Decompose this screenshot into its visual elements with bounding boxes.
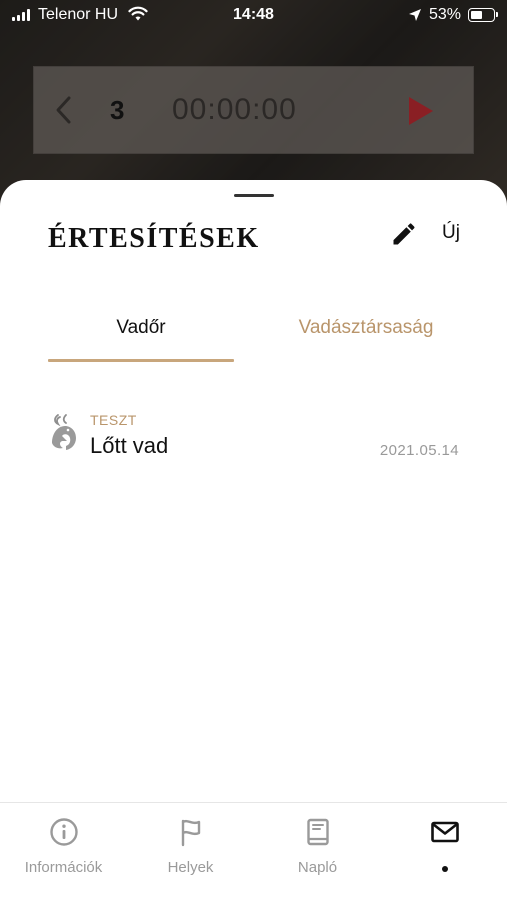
timer-card: 3 00:00:00 xyxy=(33,66,474,154)
nav-label: Helyek xyxy=(167,859,214,876)
nav-item-naplo[interactable]: Napló xyxy=(254,803,381,900)
timer-count: 3 xyxy=(110,95,125,125)
tab-bar: Vadőr Vadásztársaság xyxy=(48,310,459,364)
pencil-icon[interactable] xyxy=(390,220,418,248)
play-icon[interactable] xyxy=(407,95,435,127)
book-icon xyxy=(306,818,329,846)
active-tab-indicator xyxy=(48,359,234,362)
battery-percentage: 53% xyxy=(429,6,462,23)
notification-date: 2021.05.14 xyxy=(379,442,459,459)
deer-icon xyxy=(52,414,76,450)
nav-item-informaciok[interactable]: Információk xyxy=(0,803,127,900)
flag-icon xyxy=(181,819,200,847)
nav-label: Információk xyxy=(24,859,103,876)
nav-label: Napló xyxy=(297,859,338,876)
new-notification-button[interactable]: Új xyxy=(442,222,460,244)
battery-icon xyxy=(468,8,498,22)
tab-vadasztarsasag[interactable]: Vadásztársaság xyxy=(273,310,459,362)
nav-item-helyek[interactable]: Helyek xyxy=(127,803,254,900)
notification-tag: TESZT xyxy=(90,412,137,428)
notification-title: Lőtt vad xyxy=(90,433,169,458)
status-bar: Telenor HU 14:48 53% xyxy=(0,0,507,30)
notifications-sheet: ÉRTESÍTÉSEK Új Vadőr Vadásztársaság TESZ… xyxy=(0,180,507,900)
page-title: ÉRTESÍTÉSEK xyxy=(48,223,260,254)
nav-item-ertesitesek[interactable] xyxy=(381,803,507,900)
info-icon xyxy=(49,818,78,846)
timer-elapsed: 00:00:00 xyxy=(172,93,297,126)
chevron-left-icon[interactable] xyxy=(54,95,72,125)
mail-icon xyxy=(430,821,459,843)
notification-item[interactable]: TESZT Lőtt vad 2021.05.14 xyxy=(48,410,459,470)
location-arrow-icon xyxy=(409,9,421,21)
battery-fill xyxy=(471,11,482,19)
active-indicator-dot xyxy=(441,866,448,872)
tab-vador[interactable]: Vadőr xyxy=(48,310,234,362)
bottom-navigation: Információk Helyek Napló xyxy=(0,802,507,900)
sheet-grabber[interactable] xyxy=(234,194,274,197)
